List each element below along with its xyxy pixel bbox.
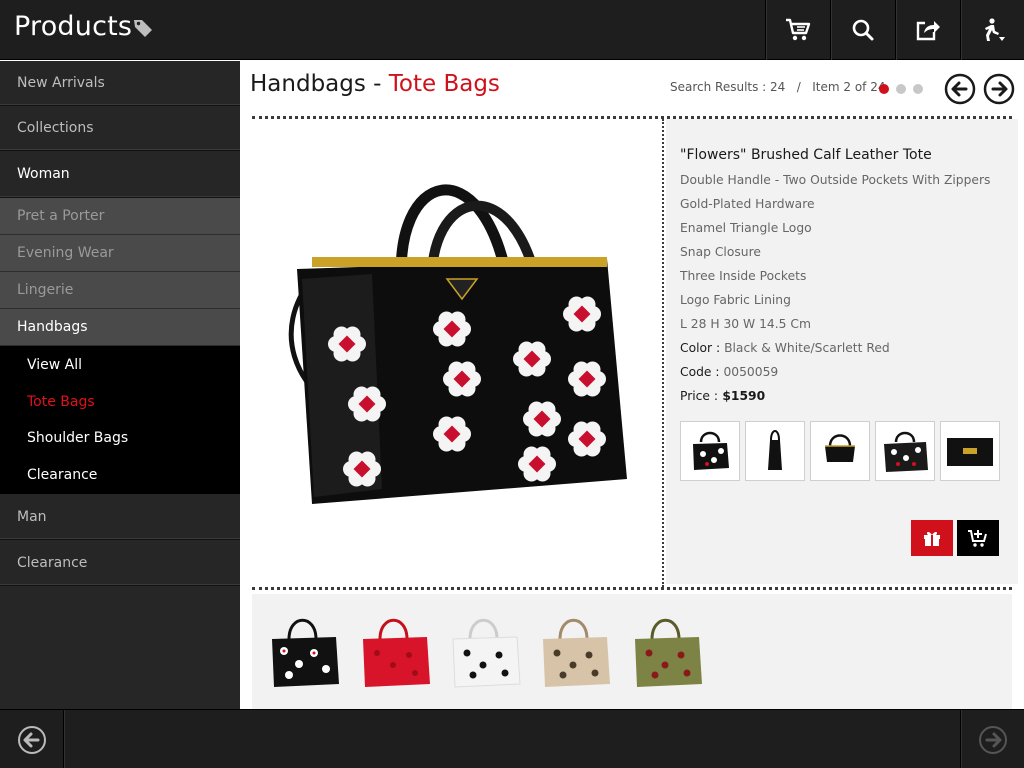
share-button[interactable] — [895, 0, 959, 60]
product-image — [288, 184, 627, 504]
sidebar-item-new-arrivals[interactable]: New Arrivals — [0, 61, 240, 106]
breadcrumb: Handbags - Tote Bags — [250, 71, 500, 97]
product-feature: L 28 H 30 W 14.5 Cm — [680, 317, 811, 331]
sidebar-item-man[interactable]: Man — [0, 494, 240, 540]
product-feature: Logo Fabric Lining — [680, 293, 791, 307]
product-price: Price : $1590 — [680, 389, 765, 403]
sidebar-item-pret-a-porter[interactable]: Pret a Porter — [0, 198, 240, 235]
accessibility-button[interactable] — [960, 0, 1024, 60]
search-button[interactable] — [830, 0, 894, 60]
sidebar-item-shoulder-bags[interactable]: Shoulder Bags — [0, 420, 240, 456]
add-to-cart-button[interactable] — [957, 520, 999, 556]
prev-arrow-button[interactable] — [944, 73, 976, 105]
color-label: Color : — [680, 341, 721, 355]
product-feature: Enamel Triangle Logo — [680, 221, 812, 235]
variant-red[interactable] — [355, 609, 435, 694]
pager-dot[interactable] — [913, 84, 923, 94]
product-thumbnail[interactable] — [940, 421, 1000, 481]
variant-white[interactable] — [445, 609, 525, 694]
back-button[interactable] — [0, 710, 64, 768]
header-bar: Products — [0, 0, 1024, 60]
variant-olive[interactable] — [627, 609, 707, 694]
code-label: Code : — [680, 365, 720, 379]
gift-button[interactable] — [911, 520, 953, 556]
main-content: Handbags - Tote Bags Search Results : 24… — [240, 61, 1024, 709]
footer-bar — [0, 709, 1024, 768]
variant-strip — [252, 594, 1012, 709]
pager-dot[interactable] — [879, 84, 889, 94]
pager-dots — [879, 84, 923, 94]
product-color: Color : Black & White/Scarlett Red — [680, 341, 890, 355]
divider — [252, 587, 1012, 590]
next-arrow-button[interactable] — [983, 73, 1015, 105]
search-icon — [852, 19, 873, 41]
breadcrumb-subcategory: Tote Bags — [388, 71, 500, 97]
sidebar-item-clearance[interactable]: Clearance — [0, 540, 240, 586]
breadcrumb-category[interactable]: Handbags — [250, 71, 366, 97]
sidebar-item-tote-bags[interactable]: Tote Bags — [0, 383, 240, 420]
product-feature: Three Inside Pockets — [680, 269, 807, 283]
accessibility-icon — [984, 18, 1005, 41]
pager-dot[interactable] — [896, 84, 906, 94]
product-thumbnail[interactable] — [810, 421, 870, 481]
sidebar: New Arrivals Collections Woman Pret a Po… — [0, 61, 240, 709]
sidebar-item-handbags[interactable]: Handbags — [0, 309, 240, 346]
product-thumbnail[interactable] — [680, 421, 740, 481]
product-feature: Snap Closure — [680, 245, 761, 259]
product-thumbnail[interactable] — [745, 421, 805, 481]
add-to-cart-icon — [968, 530, 987, 547]
product-feature: Gold-Plated Hardware — [680, 197, 815, 211]
sidebar-item-evening-wear[interactable]: Evening Wear — [0, 235, 240, 272]
breadcrumb-separator: - — [365, 71, 389, 97]
tag-icon — [134, 20, 152, 37]
price-label: Price : — [680, 389, 719, 403]
divider — [662, 119, 664, 587]
sidebar-item-view-all[interactable]: View All — [0, 346, 240, 383]
variant-beige[interactable] — [535, 609, 615, 694]
search-results-count: Search Results : 24 / Item 2 of 24 — [670, 80, 886, 94]
cart-button[interactable] — [765, 0, 829, 60]
code-value: 0050059 — [719, 365, 779, 379]
sidebar-item-woman[interactable]: Woman — [0, 151, 240, 198]
gift-icon — [924, 531, 940, 546]
page-title: Products — [14, 11, 133, 42]
variant-black-white[interactable] — [264, 609, 344, 694]
forward-arrow-icon — [978, 725, 1007, 754]
forward-button[interactable] — [960, 710, 1024, 768]
product-feature: Double Handle - Two Outside Pockets With… — [680, 173, 991, 187]
sidebar-item-collections[interactable]: Collections — [0, 106, 240, 151]
color-value: Black & White/Scarlett Red — [720, 341, 890, 355]
back-arrow-icon — [17, 725, 46, 754]
share-icon — [916, 21, 940, 41]
sidebar-item-lingerie[interactable]: Lingerie — [0, 272, 240, 309]
product-thumbnail[interactable] — [875, 421, 935, 481]
product-name: "Flowers" Brushed Calf Leather Tote — [680, 147, 932, 163]
app: Products New Arrivals Collections Woman … — [0, 0, 1024, 768]
sidebar-item-handbags-clearance[interactable]: Clearance — [0, 456, 240, 494]
product-detail-panel: "Flowers" Brushed Calf Leather Tote Doub… — [666, 119, 1018, 584]
price-value: $1590 — [718, 389, 766, 403]
cart-icon — [785, 18, 810, 41]
product-code: Code : 0050059 — [680, 365, 778, 379]
